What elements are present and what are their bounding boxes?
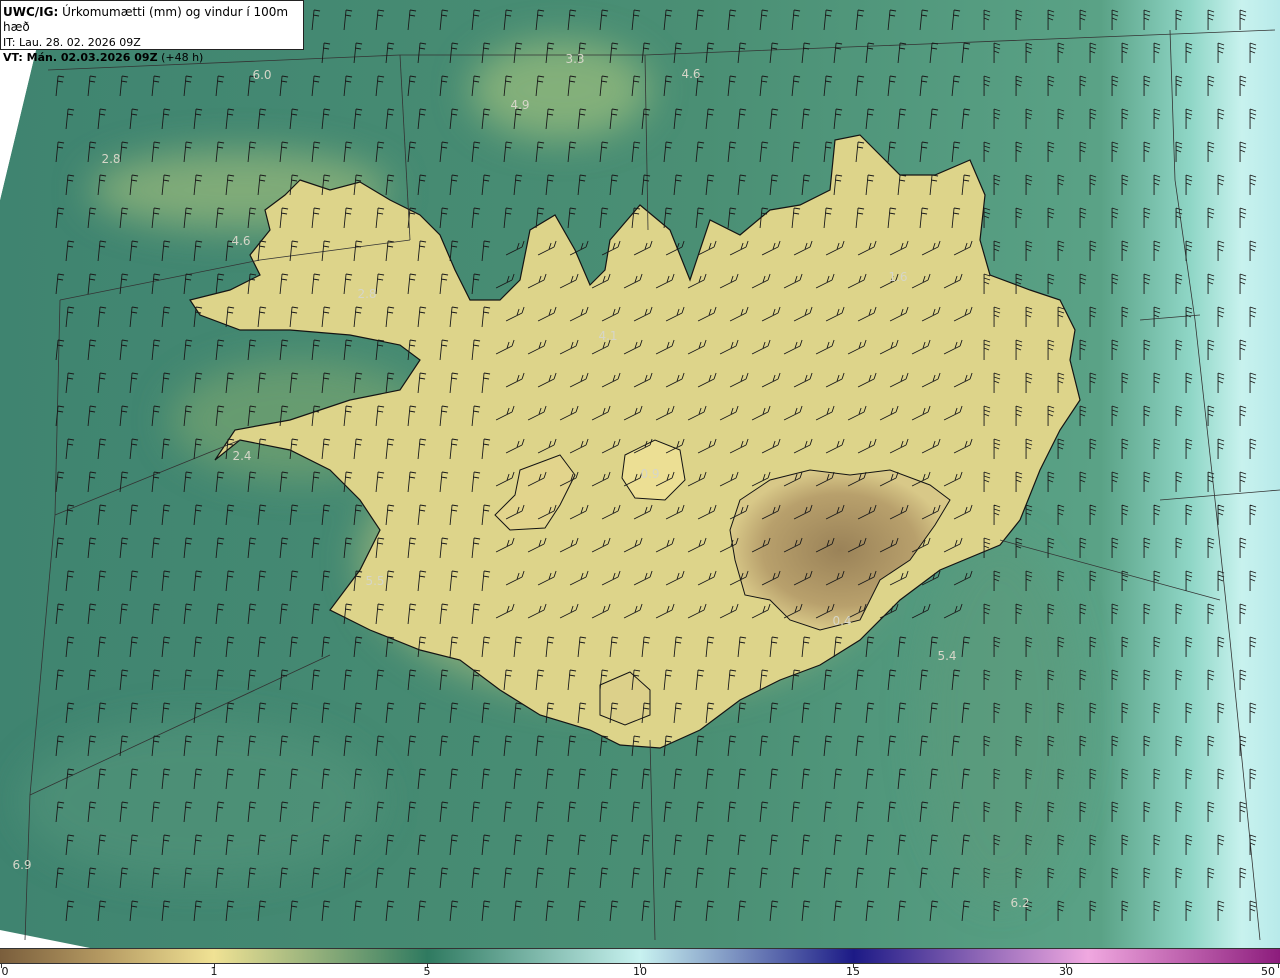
init-time: IT: Lau. 28. 02. 2026 09Z [3, 36, 141, 49]
value-label: 6.0 [252, 68, 272, 82]
value-label: 0.9 [640, 467, 660, 481]
colorbar-label: 1 [210, 965, 218, 978]
value-label: 5.5 [365, 574, 385, 588]
colorbar-label: 50 [1261, 965, 1275, 978]
forecast-hour: (+48 h) [161, 51, 204, 64]
value-label: 2.8 [357, 287, 377, 301]
valid-time: VT: Mán. 02.03.2026 09Z [3, 51, 158, 64]
colorbar-label: 10 [633, 965, 647, 978]
colorbar-tick [1278, 964, 1279, 968]
value-label: 2.8 [101, 152, 121, 166]
value-label: 0.4 [832, 614, 852, 628]
value-label: 6.2 [1010, 896, 1030, 910]
colorbar-label: 15 [846, 965, 860, 978]
value-label: 2.4 [232, 449, 252, 463]
value-label: 6.9 [12, 858, 32, 872]
value-label: 1.6 [888, 270, 908, 284]
map-title-box: UWC/IG: Úrkomumætti (mm) og vindur í 100… [0, 0, 304, 64]
value-label: 4.6 [681, 67, 701, 81]
value-label: 4.9 [510, 98, 530, 112]
value-label: 4.6 [231, 234, 251, 248]
model-name: UWC/IG: [3, 5, 59, 19]
title-line: UWC/IG: Úrkomumætti (mm) og vindur í 100… [3, 5, 303, 35]
colorbar-strip [0, 948, 1280, 964]
value-label: 4.1 [598, 329, 618, 343]
colorbar-label: 5 [423, 965, 431, 978]
value-label: 5.4 [937, 649, 957, 663]
valid-time-line: VT: Mán. 02.03.2026 09Z (+48 h) [3, 50, 303, 65]
colorbar-label: 30 [1059, 965, 1073, 978]
colorbar-label: 0 [1, 965, 9, 978]
colorbar: 0 1 5 10 15 30 50 [0, 948, 1280, 978]
value-label: 3.3 [565, 52, 585, 66]
